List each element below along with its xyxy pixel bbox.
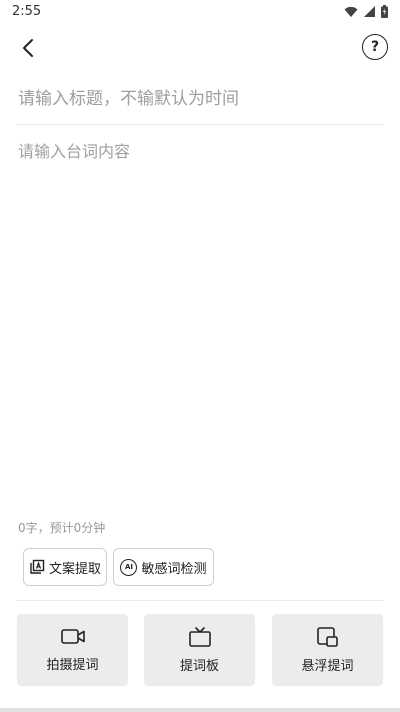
ai-check-icon: AI	[120, 558, 138, 576]
wifi-icon	[344, 6, 358, 18]
text-extract-label: 文案提取	[48, 561, 101, 577]
floating-prompter-label: 悬浮提词	[301, 658, 354, 674]
text-extract-button[interactable]: 文案提取	[23, 548, 107, 586]
prompter-board-button[interactable]: 提词板	[144, 614, 255, 686]
navigation-bar	[0, 708, 400, 712]
floating-window-icon	[316, 626, 338, 647]
tv-icon	[188, 626, 211, 647]
shoot-prompter-button[interactable]: 拍摄提词	[17, 614, 128, 686]
shoot-prompter-label: 拍摄提词	[46, 657, 99, 673]
sensitive-word-check-label: 敏感词检测	[141, 561, 207, 577]
floating-prompter-button[interactable]: 悬浮提词	[272, 614, 383, 686]
word-count: 0字，预计0分钟	[18, 521, 106, 535]
question-circle-icon: ?	[370, 39, 380, 55]
status-bar: 2:55	[0, 0, 400, 24]
top-toolbar: ?	[0, 24, 400, 72]
ai-glyph: AI	[124, 562, 133, 571]
sensitive-word-check-button[interactable]: AI 敏感词检测	[113, 548, 214, 586]
prompter-board-label: 提词板	[179, 658, 219, 674]
back-button[interactable]	[12, 32, 44, 64]
battery-icon	[381, 5, 388, 18]
title-input[interactable]	[18, 84, 382, 114]
divider	[16, 600, 384, 601]
content-input[interactable]	[18, 138, 382, 508]
status-time: 2:55	[12, 4, 42, 19]
divider	[16, 124, 384, 125]
video-camera-icon	[60, 628, 85, 644]
help-button[interactable]: ?	[362, 34, 388, 60]
chevron-left-icon	[23, 39, 33, 57]
text-extract-icon	[30, 559, 45, 574]
status-icons	[344, 5, 388, 18]
cell-signal-icon	[364, 6, 375, 17]
